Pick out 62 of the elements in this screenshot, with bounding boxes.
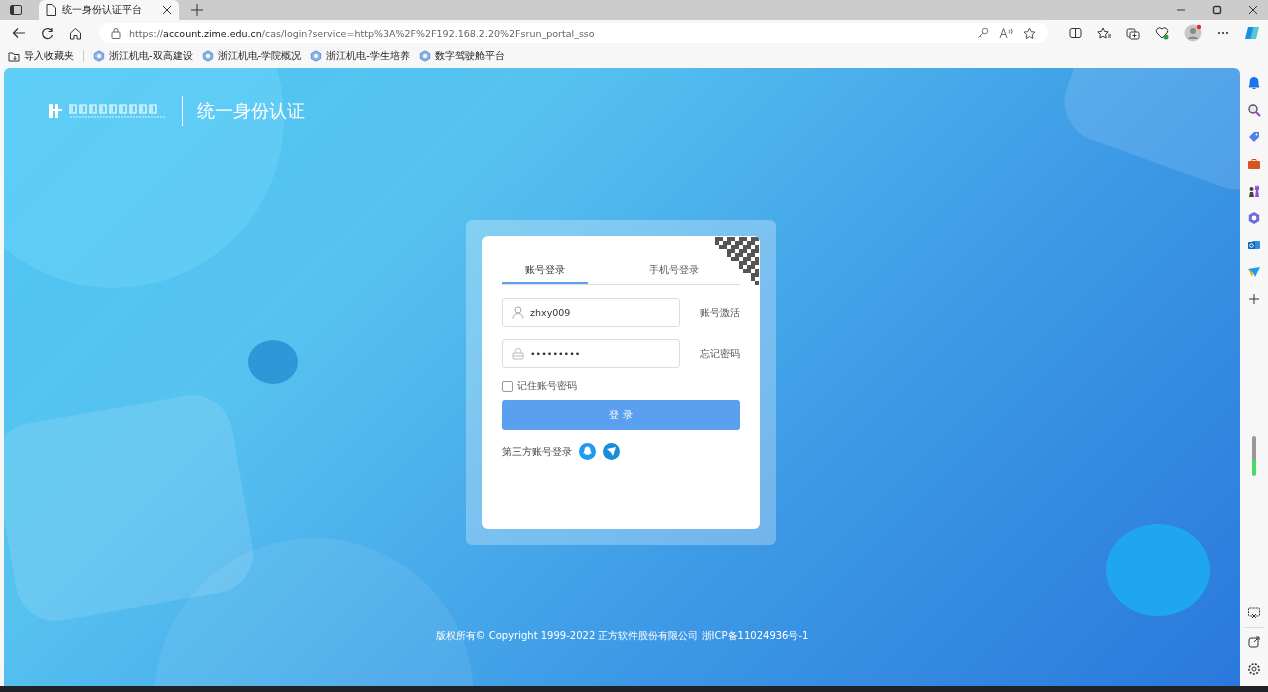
login-tab[interactable]: 手机号登录 bbox=[608, 262, 740, 284]
link[interactable]: 账号激活 bbox=[700, 305, 740, 320]
hexagon-icon bbox=[93, 50, 105, 62]
password-field[interactable]: ••••••••• bbox=[502, 339, 680, 368]
key-icon[interactable] bbox=[977, 27, 989, 39]
checkbox[interactable] bbox=[502, 380, 513, 392]
restore-icon[interactable] bbox=[1212, 5, 1222, 15]
favorites-icon[interactable] bbox=[1097, 26, 1111, 40]
user-icon bbox=[512, 306, 524, 319]
address-bar[interactable]: https://account.zime.edu.cn/cas/login?service=http%3A%2F%2F192.168.2.20%2Fsrun_portal_sso bbox=[99, 23, 1048, 43]
bookmark-item[interactable]: 数字驾驶舱平台 bbox=[418, 49, 505, 63]
mail-app-icon[interactable] bbox=[1247, 238, 1261, 252]
collections-icon[interactable] bbox=[1126, 26, 1140, 40]
lock-icon bbox=[111, 27, 121, 39]
hexagon-logo-icon[interactable] bbox=[1247, 211, 1261, 225]
read-aloud-icon[interactable] bbox=[999, 27, 1013, 39]
search-icon[interactable] bbox=[1247, 103, 1261, 117]
login-tab[interactable]: 账号登录 bbox=[502, 262, 588, 284]
bell-icon[interactable] bbox=[1247, 76, 1261, 90]
page-title: 统一身份认证 bbox=[197, 99, 305, 123]
close-icon[interactable] bbox=[162, 5, 172, 15]
star-icon[interactable] bbox=[1023, 26, 1036, 40]
page-icon bbox=[46, 4, 56, 16]
tag-icon[interactable] bbox=[1247, 130, 1261, 144]
link[interactable]: 忘记密码 bbox=[700, 346, 740, 361]
plus-icon[interactable] bbox=[1247, 292, 1261, 306]
close-icon[interactable] bbox=[1248, 5, 1258, 15]
copyright-text: 版权所有© Copyright 1999-2022 正方软件股份有限公司 浙ICP备11024936号-1 bbox=[435, 629, 809, 643]
back-icon[interactable] bbox=[12, 27, 26, 39]
chess-pieces-icon[interactable] bbox=[1247, 184, 1261, 198]
paper-plane-icon[interactable] bbox=[603, 443, 620, 460]
refresh-icon[interactable] bbox=[41, 26, 54, 40]
third-party-label: 第三方账号登录 bbox=[502, 444, 572, 459]
url-text: https://account.zime.edu.cn/cas/login?service=http%3A%2F%2F192.168.2.20%2Fsrun_portal_sso bbox=[129, 27, 595, 39]
settings-icon[interactable] bbox=[1247, 662, 1261, 676]
home-icon[interactable] bbox=[69, 26, 82, 40]
hexagon-icon bbox=[310, 50, 323, 62]
bookmark-item[interactable]: 浙江机电-学生培养 bbox=[310, 49, 410, 63]
checkbox-label[interactable]: 记住账号密码 bbox=[517, 379, 577, 393]
bookmark-item[interactable]: 导入收藏夹 bbox=[8, 49, 74, 63]
scroll-indicator bbox=[1252, 436, 1256, 476]
paper-plane-icon[interactable] bbox=[1247, 265, 1261, 279]
split-screen-icon[interactable] bbox=[1069, 27, 1082, 39]
folder-import-icon bbox=[8, 50, 20, 62]
penguin-icon[interactable] bbox=[579, 443, 596, 460]
lock-icon bbox=[512, 347, 524, 360]
screenshot-icon[interactable] bbox=[1247, 606, 1261, 620]
bookmark-item[interactable]: 浙江机电-双高建设 bbox=[93, 49, 193, 63]
hexagon-icon bbox=[201, 50, 214, 62]
tab-actions-icon[interactable] bbox=[9, 3, 23, 17]
briefcase-icon[interactable] bbox=[1247, 157, 1261, 171]
hexagon-icon bbox=[418, 50, 431, 62]
new-tab-icon[interactable] bbox=[191, 4, 203, 16]
heart-shield-icon[interactable] bbox=[1155, 26, 1169, 40]
copilot-icon[interactable] bbox=[1244, 25, 1260, 41]
tab-title: 统一身份认证平台 bbox=[62, 3, 143, 17]
bookmark-item[interactable]: 浙江机电-学院概况 bbox=[201, 49, 302, 63]
username-field[interactable]: zhxy009 bbox=[502, 298, 680, 327]
avatar-icon[interactable] bbox=[1184, 24, 1202, 42]
more-icon[interactable] bbox=[1217, 31, 1229, 35]
open-external-icon[interactable] bbox=[1247, 635, 1261, 649]
browser-tab[interactable]: 统一身份认证平台 bbox=[39, 0, 179, 20]
